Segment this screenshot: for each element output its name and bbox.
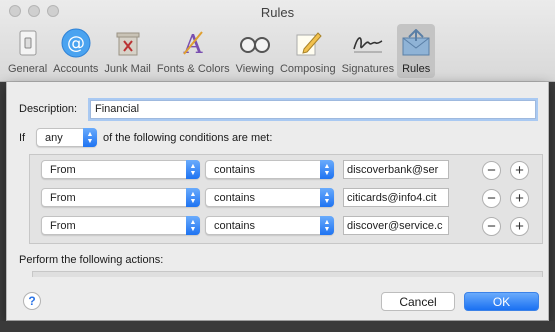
tab-fonts-colors[interactable]: A Fonts & Colors [154,24,233,78]
condition-field-popup[interactable]: From ▲ ▼ [41,160,200,179]
window-title: Rules [260,5,295,20]
condition-value-field[interactable]: discover@service.c [343,216,449,235]
help-button[interactable]: ? [23,292,41,310]
condition-operator-value: contains [214,220,255,232]
tab-label: Accounts [53,63,99,75]
tab-label: Fonts & Colors [156,63,230,75]
tab-label: Composing [279,63,336,75]
title-bar: Rules [0,0,555,22]
envelope-rules-icon [400,28,432,58]
cancel-button[interactable]: Cancel [381,292,455,311]
tab-accounts[interactable]: @ Accounts [50,24,101,78]
light-switch-icon [12,28,44,58]
tab-junk-mail[interactable]: Junk Mail [101,24,153,78]
match-mode-popup[interactable]: any ▲ ▼ [36,128,97,147]
actions-label: Perform the following actions: [19,254,164,266]
condition-operator-popup[interactable]: contains ▲ ▼ [205,160,334,179]
condition-row: From ▲ ▼ contains ▲ ▼ discover@service.c −… [30,212,542,239]
tab-rules[interactable]: Rules [397,24,436,78]
conditions-list: From ▲ ▼ contains ▲ ▼ discoverbank@ser − +… [29,154,543,244]
condition-field-value: From [50,164,76,176]
actions-list [32,271,543,277]
glasses-icon [239,28,271,58]
signature-icon [352,28,384,58]
ok-button[interactable]: OK [464,292,539,311]
condition-value-field[interactable]: citicards@info4.cit [343,188,449,207]
description-field[interactable]: Financial [90,100,536,119]
tab-signatures[interactable]: Signatures [339,24,398,78]
condition-value-field[interactable]: discoverbank@ser [343,160,449,179]
tab-viewing[interactable]: Viewing [233,24,277,78]
popup-stepper-icon: ▲ ▼ [83,128,97,147]
popup-stepper-icon: ▲ ▼ [186,216,200,235]
preferences-window: Rules General @ Accounts Junk Mail A Fon… [0,0,555,82]
condition-field-value: From [50,220,76,232]
description-label: Description: [19,103,78,115]
conditions-label: of the following conditions are met: [103,132,273,144]
popup-stepper-icon: ▲ ▼ [320,160,334,179]
popup-stepper-icon: ▲ ▼ [320,188,334,207]
popup-stepper-icon: ▲ ▼ [320,216,334,235]
tab-label: Viewing [235,63,274,75]
condition-operator-value: contains [214,192,255,204]
condition-field-popup[interactable]: From ▲ ▼ [41,188,200,207]
trash-bin-icon [112,28,144,58]
background-window-strip [0,321,555,332]
condition-row: From ▲ ▼ contains ▲ ▼ citicards@info4.cit … [30,184,542,211]
preferences-toolbar: General @ Accounts Junk Mail A Fonts & C… [5,24,436,78]
tab-composing[interactable]: Composing [277,24,339,78]
condition-operator-popup[interactable]: contains ▲ ▼ [205,188,334,207]
remove-condition-button[interactable]: − [482,217,501,236]
condition-row: From ▲ ▼ contains ▲ ▼ discoverbank@ser − + [30,156,542,183]
match-mode-value: any [45,132,63,144]
tab-label: Signatures [341,63,395,75]
if-label: If [19,132,26,144]
condition-operator-popup[interactable]: contains ▲ ▼ [205,216,334,235]
add-condition-button[interactable]: + [510,217,529,236]
fonts-colors-icon: A [177,28,209,58]
rule-sheet: Description: Financial If any ▲ ▼ of the … [6,82,549,321]
tab-label: Junk Mail [104,63,151,75]
remove-condition-button[interactable]: − [482,161,501,180]
condition-field-popup[interactable]: From ▲ ▼ [41,216,200,235]
add-condition-button[interactable]: + [510,189,529,208]
popup-stepper-icon: ▲ ▼ [186,160,200,179]
tab-label: Rules [402,63,431,75]
tab-general[interactable]: General [5,24,50,78]
add-condition-button[interactable]: + [510,161,529,180]
condition-field-value: From [50,192,76,204]
tab-label: General [8,63,48,75]
svg-text:@: @ [67,33,85,54]
at-sign-icon: @ [60,28,92,58]
popup-stepper-icon: ▲ ▼ [186,188,200,207]
condition-operator-value: contains [214,164,255,176]
remove-condition-button[interactable]: − [482,189,501,208]
pencil-icon [292,28,324,58]
